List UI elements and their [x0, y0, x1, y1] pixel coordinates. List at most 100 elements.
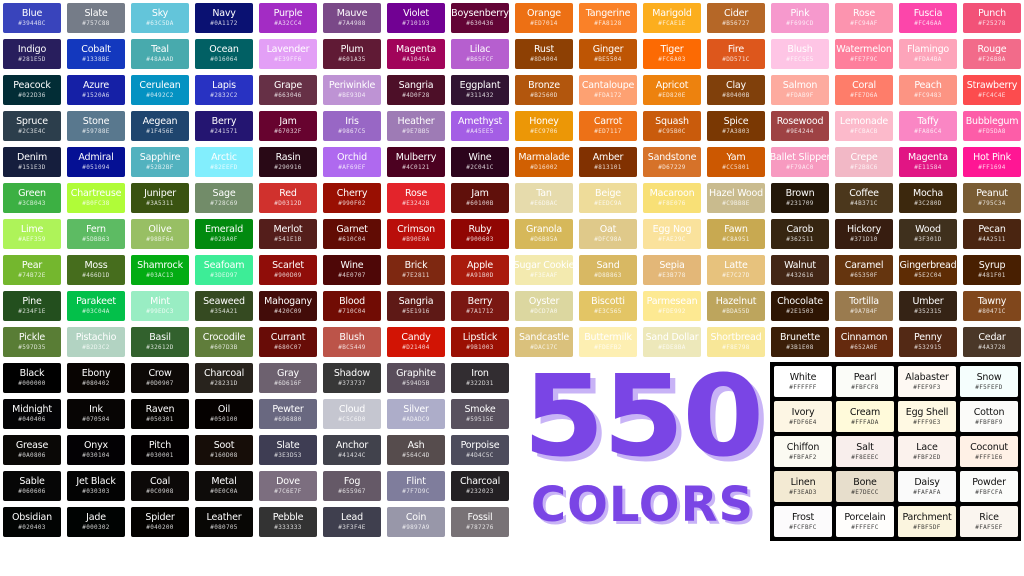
color-name: Stone: [82, 116, 110, 127]
color-hex: #63C5DA: [146, 20, 174, 27]
color-hex: #757C88: [82, 20, 110, 27]
color-name: Candy: [401, 332, 431, 343]
color-swatch: Sangria #4D0F28: [387, 75, 445, 105]
color-name: Lipstick: [462, 332, 498, 343]
color-hex: #3E3D53: [274, 452, 302, 459]
color-hex: #3944BC: [18, 20, 46, 27]
color-name: Walnut: [784, 260, 816, 271]
color-hex: #900603: [466, 236, 494, 243]
color-name: Charcoal: [459, 476, 501, 487]
color-swatch: Mint #99EDC3: [131, 291, 189, 321]
color-swatch: Beige #EEDC9A: [579, 183, 637, 213]
color-swatch: Daisy #FAFAFA: [898, 471, 956, 502]
color-hex: #F8E076: [658, 200, 686, 207]
color-hex: #151E3D: [18, 164, 46, 171]
color-name: Coffee: [849, 188, 879, 199]
color-swatch: Sandstone #D67229: [643, 147, 701, 177]
color-hex: #FCFBFC: [789, 523, 817, 531]
color-hex: #80400B: [722, 92, 750, 99]
color-swatch: Seafoam #3DED97: [195, 255, 253, 285]
color-name: Rouge: [977, 44, 1007, 55]
color-name: Purple: [273, 8, 303, 19]
color-hex: #FC4C4E: [978, 92, 1006, 99]
color-hex: #6D616F: [274, 380, 302, 387]
color-swatch: Orange #ED7014: [515, 3, 573, 33]
color-name: Wine: [340, 260, 364, 271]
color-name: Cantaloupe: [581, 80, 635, 91]
color-name: Jam: [471, 188, 489, 199]
color-hex: #FC9483: [914, 92, 942, 99]
color-hex: #680C07: [274, 344, 302, 351]
color-name: Apricot: [655, 80, 689, 91]
color-hex: #ED7117: [594, 128, 622, 135]
color-name: Eggplant: [459, 80, 501, 91]
color-swatch: Cherry #990F02: [323, 183, 381, 213]
color-swatch: Alabaster #FEF9F3: [898, 366, 956, 397]
color-swatch: Eggplant #311432: [451, 75, 509, 105]
color-name: Merlot: [273, 224, 303, 235]
color-swatch: Jet Black #030303: [67, 471, 125, 501]
color-name: Leather: [206, 512, 242, 523]
color-swatch: Amber #813101: [579, 147, 637, 177]
color-name: Fern: [86, 224, 106, 235]
color-hex: #2832C2: [210, 92, 238, 99]
color-name: Macaroon: [649, 188, 695, 199]
color-hex: #74B72E: [18, 272, 46, 279]
color-hex: #028A0F: [210, 236, 238, 243]
color-name: Iris: [345, 116, 359, 127]
color-name: Metal: [211, 476, 237, 487]
color-swatch: Mauve #7A4988: [323, 3, 381, 33]
color-name: Sapphire: [139, 152, 181, 163]
color-name: Grape: [274, 80, 302, 91]
color-swatch: Gingerbread #5E2C04: [899, 255, 957, 285]
color-hex: #9867C5: [338, 128, 366, 135]
color-hex: #C5C6D0: [338, 416, 366, 423]
color-hex: #9E7BB5: [402, 128, 430, 135]
color-swatch: Aegean #1F456E: [131, 111, 189, 141]
color-hex: #B0FC38: [82, 200, 110, 207]
color-name: Ash: [407, 440, 425, 451]
color-hex: #813101: [594, 164, 622, 171]
color-swatch: Pear #74B72E: [3, 255, 61, 285]
color-name: Silver: [403, 404, 429, 415]
color-swatch: Navy #0A1172: [195, 3, 253, 33]
color-name: Green: [18, 188, 46, 199]
color-hex: #E3B778: [658, 272, 686, 279]
color-name: Jade: [86, 512, 106, 523]
color-name: Crepe: [850, 152, 878, 163]
color-name: Azure: [82, 80, 110, 91]
color-swatch: Crimson #B90E0A: [387, 219, 445, 249]
color-name: Mint: [150, 296, 170, 307]
color-name: Lapis: [212, 80, 236, 91]
color-swatch: Slate #3E3D53: [259, 435, 317, 465]
color-swatch: Marigold #FCAE1E: [643, 3, 701, 33]
color-hex: #022D36: [18, 92, 46, 99]
color-hex: #5E2C04: [914, 272, 942, 279]
color-swatch: Lilac #B65FCF: [451, 39, 509, 69]
color-name: Smoke: [464, 404, 496, 415]
color-hex: #B2560D: [530, 92, 558, 99]
color-name: Parakeet: [76, 296, 116, 307]
color-hex: #232023: [466, 488, 494, 495]
color-name: Spruce: [16, 116, 48, 127]
color-swatch: Pitch #030001: [131, 435, 189, 465]
color-hex: #610C04: [338, 236, 366, 243]
color-swatch: Coal #0C0908: [131, 471, 189, 501]
color-name: Wine: [468, 152, 492, 163]
color-swatch: Cotton #FBFBF9: [960, 401, 1018, 432]
color-name: Rasin: [275, 152, 301, 163]
color-hex: #9E4244: [786, 128, 814, 135]
color-swatch: Shamrock #03AC13: [131, 255, 189, 285]
color-swatch: Pewter #696880: [259, 399, 317, 429]
color-hex: #D21404: [402, 344, 430, 351]
color-swatch: Marmalade #D16002: [515, 147, 573, 177]
color-swatch: Ivory #FDF6E4: [774, 401, 832, 432]
color-name: Yam: [726, 152, 746, 163]
color-hex: #32612D: [146, 344, 174, 351]
color-hex: #FBFAF2: [789, 453, 817, 461]
color-swatch: Fire #DD571C: [707, 39, 765, 69]
color-name: Plum: [340, 44, 364, 55]
color-hex: #FFFEFC: [851, 523, 879, 531]
color-swatch: Garnet #610C04: [323, 219, 381, 249]
color-hex: #A32CC4: [274, 20, 302, 27]
